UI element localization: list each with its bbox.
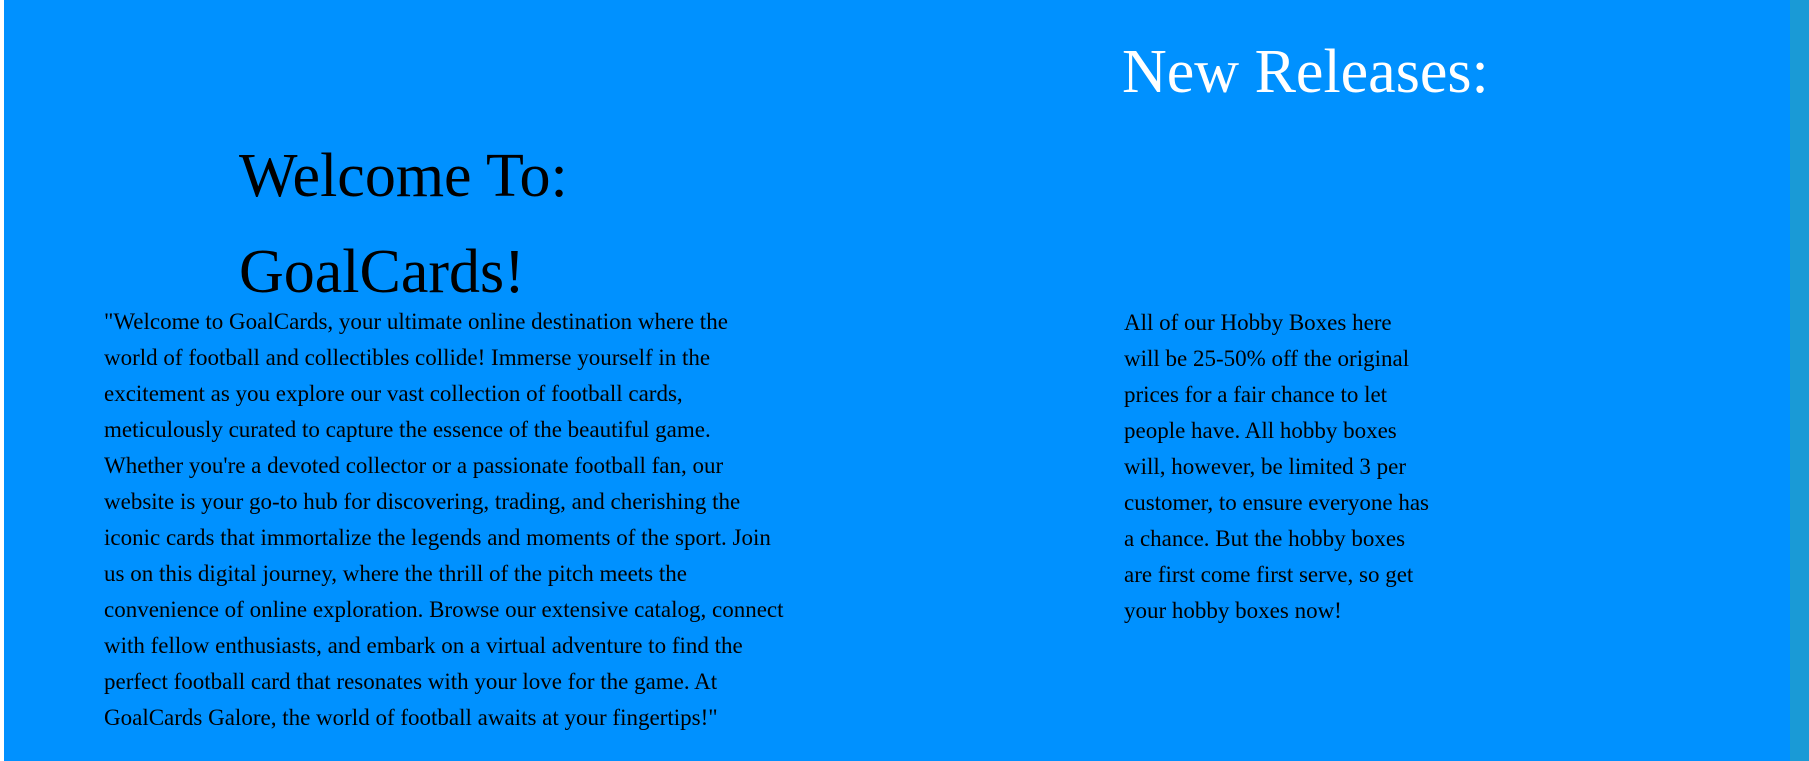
scrollbar-track[interactable] [1790,0,1809,761]
welcome-heading: Welcome To: GoalCards! [239,128,568,320]
new-releases-heading: New Releases: [1122,38,1489,106]
hobby-boxes-paragraph: All of our Hobby Boxes here will be 25-5… [1124,310,1429,623]
welcome-heading-line1: Welcome To: [239,142,568,210]
intro-paragraph: "Welcome to GoalCards, your ultimate onl… [104,309,784,730]
page-background: Welcome To: GoalCards! "Welcome to GoalC… [4,0,1790,761]
welcome-heading-line2: GoalCards! [239,238,525,306]
